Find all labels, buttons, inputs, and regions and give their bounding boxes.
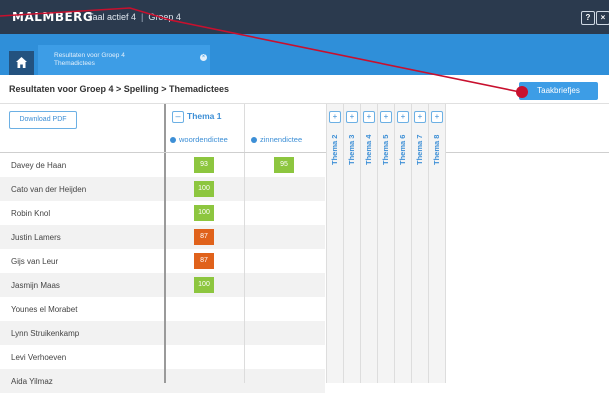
annotation-line [0,7,521,93]
annotation-overlay [0,7,528,98]
annotation-dot [516,86,528,98]
